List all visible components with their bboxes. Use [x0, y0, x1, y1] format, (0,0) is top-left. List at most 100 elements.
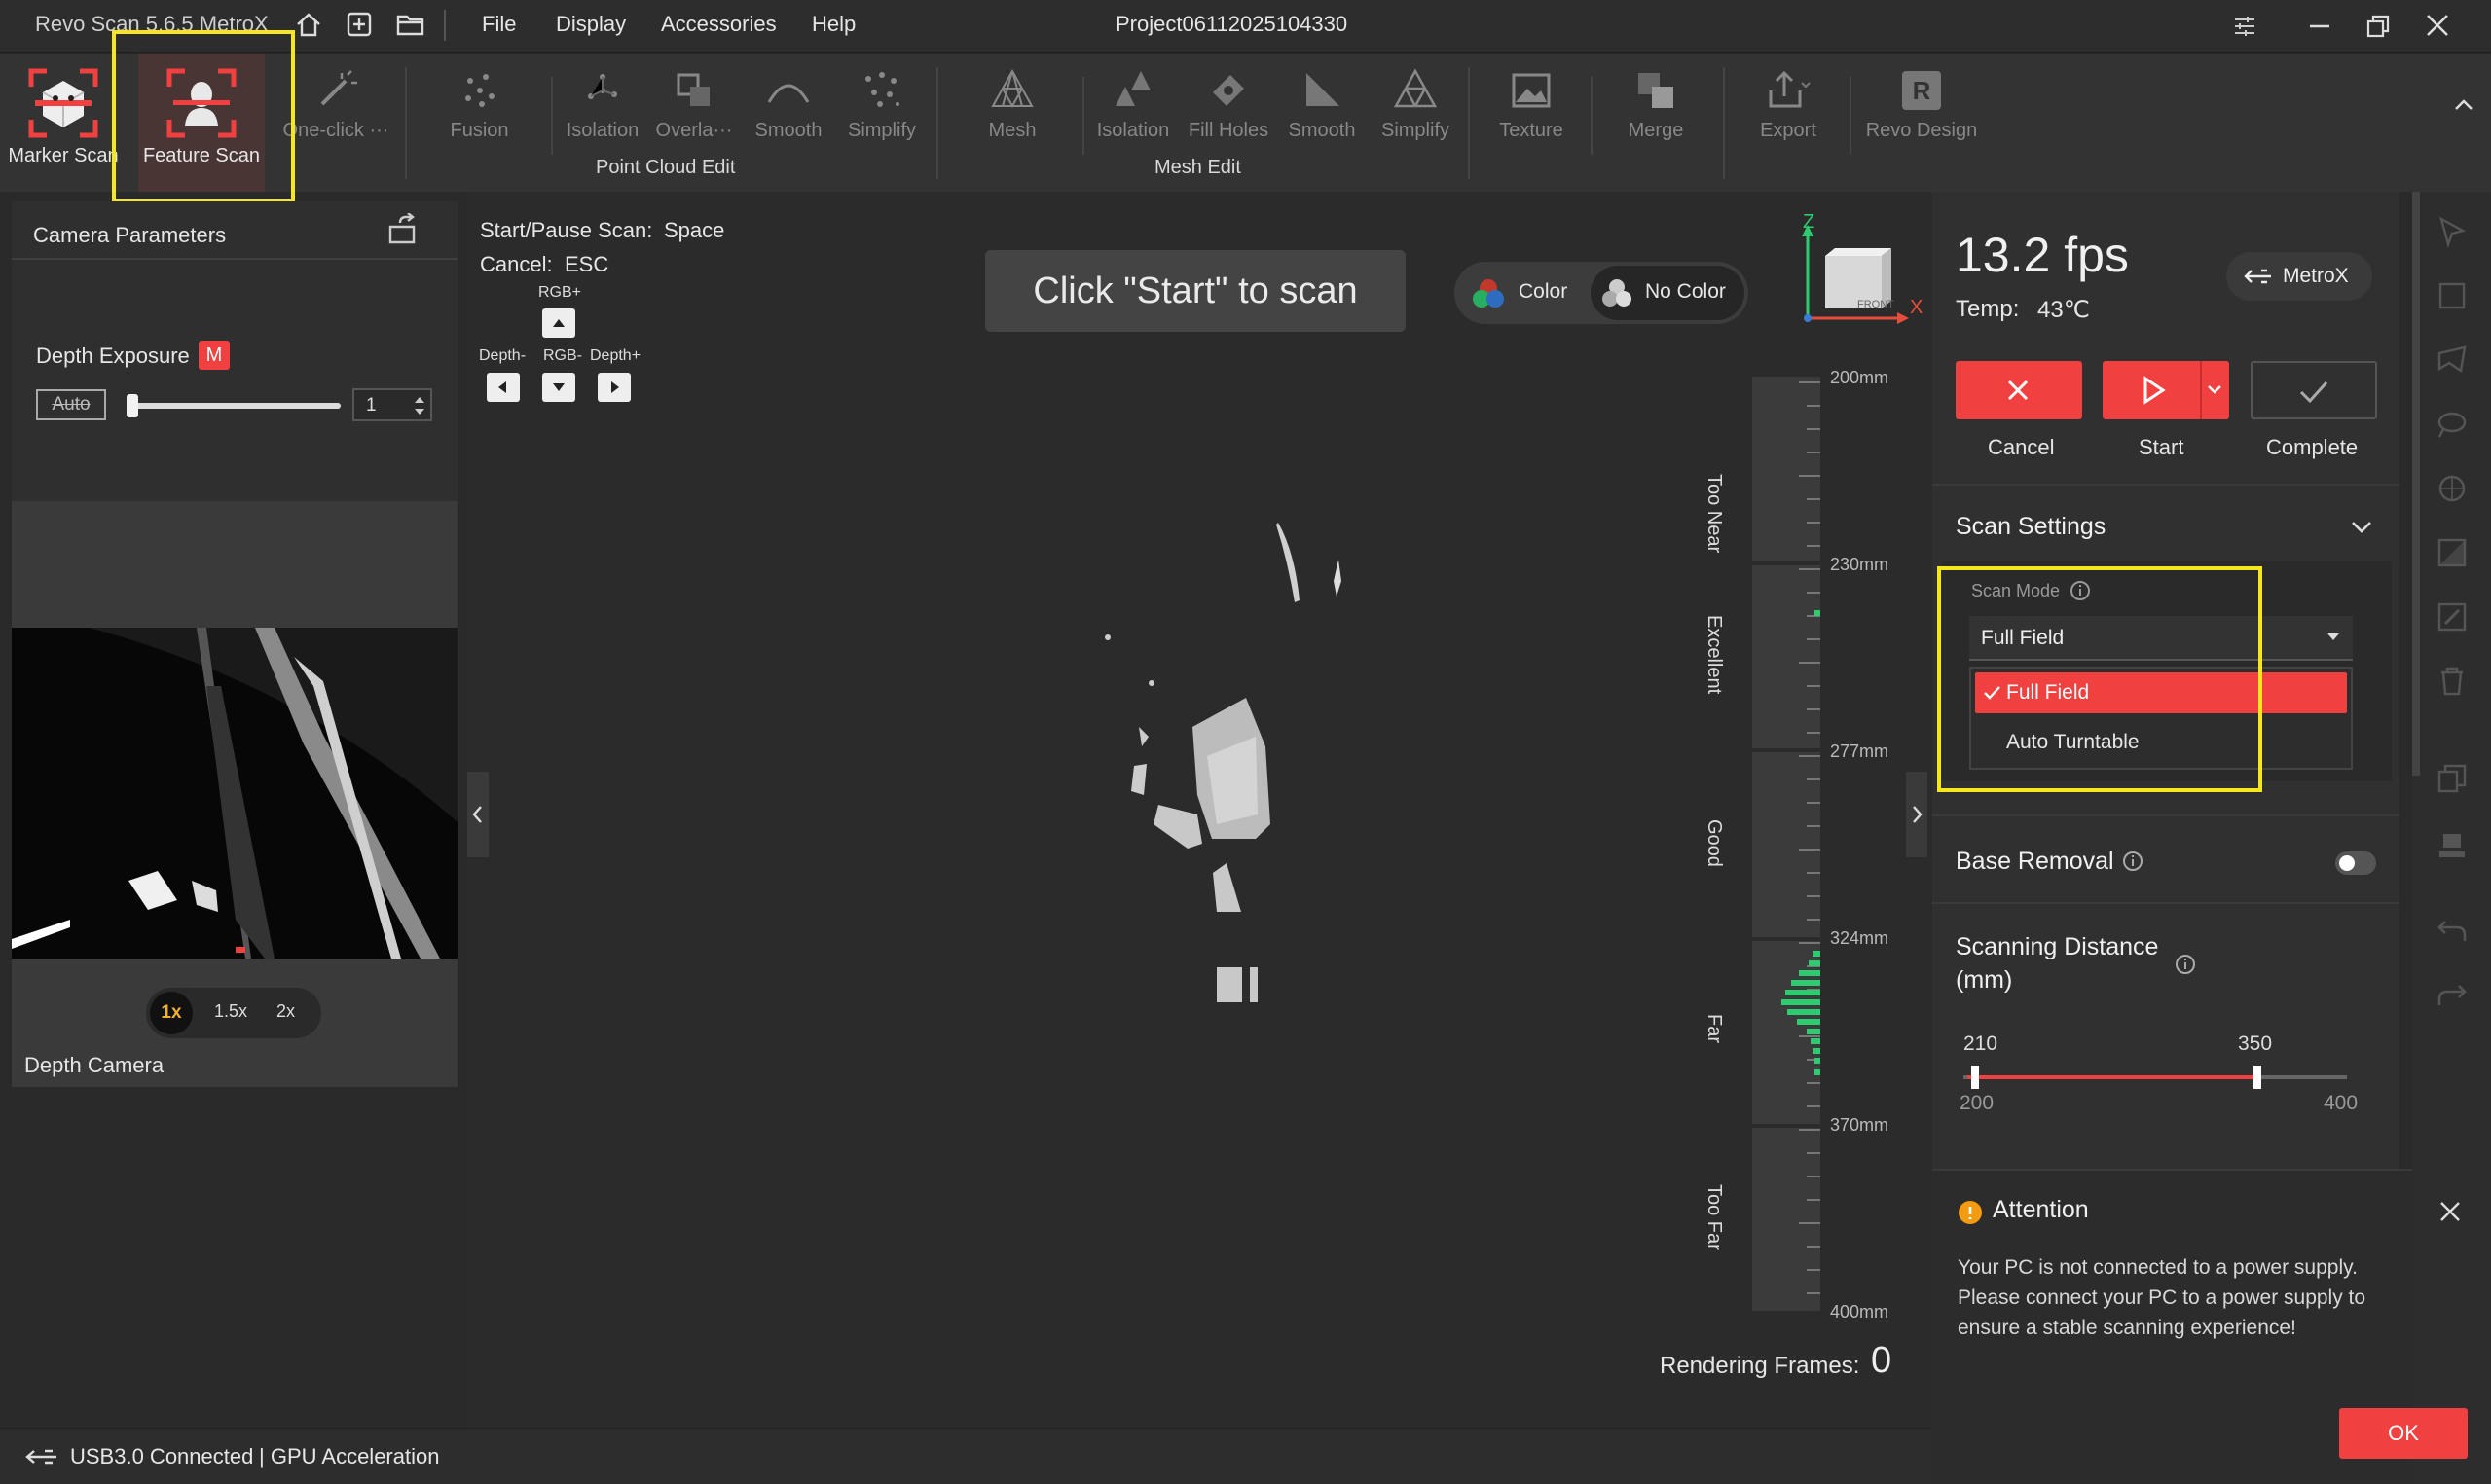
- spinner-arrows-icon[interactable]: [413, 394, 426, 417]
- depth-camera-image: [12, 628, 458, 959]
- info-icon[interactable]: [2174, 953, 2197, 976]
- chevron-down-icon[interactable]: [2349, 515, 2374, 540]
- revo-design-button[interactable]: R Revo Design: [1861, 54, 1982, 192]
- zone-far: Far: [1703, 1014, 1725, 1043]
- undo-icon[interactable]: [2436, 916, 2469, 949]
- rgb-plus-key[interactable]: [542, 308, 575, 338]
- turntable-icon[interactable]: [2436, 830, 2469, 863]
- depth-plus-key[interactable]: [598, 373, 631, 402]
- select-cursor-icon[interactable]: [2436, 215, 2469, 248]
- mesh-isolation-icon: [1116, 71, 1151, 106]
- menu-accessories[interactable]: Accessories: [661, 12, 777, 37]
- info-icon[interactable]: [2121, 850, 2144, 873]
- collapse-right-panel[interactable]: [1906, 772, 1927, 857]
- exposure-input[interactable]: 1: [352, 388, 432, 421]
- duplicate-icon[interactable]: [2436, 762, 2469, 795]
- range-low-thumb[interactable]: [1971, 1066, 1979, 1089]
- cancel-button[interactable]: [1956, 361, 2082, 419]
- exposure-slider-thumb[interactable]: [127, 394, 138, 417]
- fusion-icon: [464, 74, 495, 107]
- zoom-selector[interactable]: 1x 1.5x 2x: [146, 988, 321, 1038]
- one-click-button[interactable]: One-click ···: [282, 54, 389, 192]
- auto-exposure-button[interactable]: Auto: [36, 389, 106, 420]
- temp-label: Temp:: [1956, 296, 2020, 322]
- pc-fusion-label: Fusion: [450, 120, 509, 141]
- menu-display[interactable]: Display: [556, 12, 626, 37]
- chevron-down-icon[interactable]: [2206, 382, 2223, 396]
- minimize-icon[interactable]: [2307, 14, 2332, 39]
- export-button[interactable]: Export: [1742, 54, 1834, 192]
- mesh-button[interactable]: Mesh: [964, 54, 1061, 192]
- scan-settings-title[interactable]: Scan Settings: [1956, 513, 2106, 541]
- texture-button[interactable]: Texture: [1485, 54, 1577, 192]
- device-badge[interactable]: MetroX: [2226, 252, 2372, 301]
- redo-icon[interactable]: [2436, 980, 2469, 1013]
- temp-value: 43℃: [2037, 297, 2090, 323]
- base-removal-toggle[interactable]: [2335, 851, 2376, 875]
- depth-plus-label: Depth+: [590, 347, 641, 364]
- scan-control-panel: 13.2 fps Temp: 43℃ MetroX Cancel Start C…: [1932, 192, 2473, 1484]
- collapse-ribbon-icon[interactable]: [2451, 92, 2476, 118]
- new-project-icon[interactable]: [345, 10, 374, 39]
- mode-badge[interactable]: M: [199, 341, 230, 370]
- texture-icon: [1512, 73, 1551, 108]
- fill-holes-label: Fill Holes: [1188, 120, 1269, 141]
- zoom-1x[interactable]: 1x: [150, 992, 193, 1034]
- 3d-viewport[interactable]: Start/Pause Scan: Space Cancel: ESC RGB+…: [467, 192, 1932, 1428]
- home-icon[interactable]: [294, 10, 323, 39]
- pc-simplify-button[interactable]: Simplify: [837, 54, 927, 192]
- menu-help[interactable]: Help: [812, 12, 856, 37]
- detach-panel-icon[interactable]: [386, 213, 420, 246]
- close-window-icon[interactable]: [2424, 12, 2451, 39]
- rect-select-icon[interactable]: [2436, 279, 2469, 312]
- gauge-histogram-bar: [1807, 1029, 1820, 1034]
- depth-minus-key[interactable]: [487, 373, 520, 402]
- exposure-slider[interactable]: [127, 394, 341, 417]
- menu-file[interactable]: File: [482, 12, 516, 37]
- zoom-2x[interactable]: 2x: [276, 1001, 295, 1022]
- panel-scrollbar[interactable]: [2412, 192, 2420, 776]
- distance-range-slider[interactable]: [1963, 1066, 2347, 1089]
- no-color-option[interactable]: No Color: [1591, 266, 1744, 320]
- color-toggle[interactable]: Color No Color: [1454, 262, 1748, 324]
- plane-cut-icon[interactable]: [2436, 472, 2469, 505]
- lasso-select-icon[interactable]: [2436, 344, 2469, 377]
- brush-select-icon[interactable]: [2436, 408, 2469, 441]
- marker-scan-button[interactable]: Marker Scan: [0, 54, 127, 192]
- mesh-smooth-button[interactable]: Smooth: [1277, 54, 1367, 192]
- mesh-simplify-button[interactable]: Simplify: [1371, 54, 1460, 192]
- complete-button[interactable]: [2251, 361, 2377, 419]
- depth-exposure-label: Depth Exposure: [36, 344, 190, 368]
- range-high-thumb[interactable]: [2253, 1066, 2261, 1089]
- pc-smooth-button[interactable]: Smooth: [744, 54, 833, 192]
- invert-select-icon[interactable]: [2436, 536, 2469, 569]
- zone-too-near: Too Near: [1703, 474, 1725, 554]
- merge-button[interactable]: Merge: [1610, 54, 1702, 192]
- settings-sliders-icon[interactable]: [2232, 14, 2257, 39]
- pc-fusion-button[interactable]: Fusion: [433, 54, 526, 192]
- merge-icon: [1638, 73, 1673, 108]
- color-option[interactable]: Color: [1519, 280, 1567, 304]
- gauge-histogram-bar: [1797, 1019, 1820, 1025]
- ribbon-divider: [936, 67, 938, 179]
- zoom-1-5x[interactable]: 1.5x: [214, 1001, 247, 1022]
- range-low-value: 210: [1963, 1032, 1998, 1055]
- ribbon-divider: [1850, 77, 1851, 155]
- export-icon: [1769, 70, 1811, 108]
- close-toast-icon[interactable]: [2437, 1199, 2463, 1224]
- open-folder-icon[interactable]: [395, 10, 426, 39]
- edit-note-icon[interactable]: [2436, 600, 2469, 633]
- attention-title: Attention: [1993, 1196, 2089, 1223]
- rgb-minus-key[interactable]: [542, 373, 575, 402]
- tick-370mm: 370mm: [1830, 1115, 1889, 1135]
- project-name: Project06112025104330: [1116, 12, 1348, 36]
- panel-title: Camera Parameters: [33, 223, 227, 247]
- start-button[interactable]: [2103, 361, 2229, 419]
- collapse-left-panel[interactable]: [467, 772, 489, 857]
- ok-button[interactable]: OK: [2339, 1408, 2468, 1459]
- restore-icon[interactable]: [2365, 14, 2391, 39]
- close-icon: [2007, 380, 2029, 401]
- delete-icon[interactable]: [2436, 665, 2469, 698]
- tick-400mm: 400mm: [1830, 1302, 1889, 1321]
- gauge-histogram-bar: [1814, 1058, 1820, 1064]
